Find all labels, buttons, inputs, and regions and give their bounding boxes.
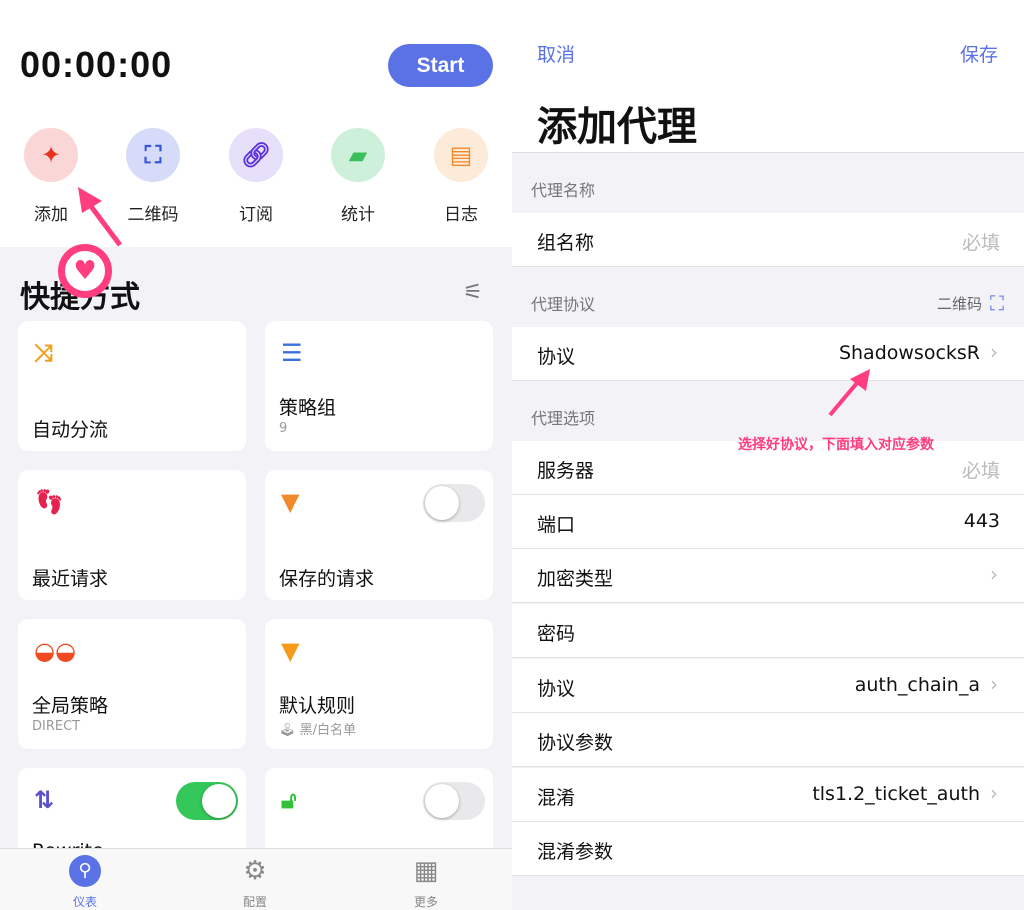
card-policy-group[interactable]: ☰ 策略组 9 bbox=[265, 321, 493, 451]
chevron-right-icon: › bbox=[990, 672, 998, 696]
annotation-arrow bbox=[828, 369, 870, 417]
unlock-icon: 🔓︎ bbox=[281, 786, 297, 814]
card-recent-requests[interactable]: 👣︎ 最近请求 bbox=[18, 470, 246, 600]
glasses-icon: ◒◒ bbox=[34, 637, 76, 665]
tab-dashboard[interactable]: ⚲ 仪表 bbox=[45, 855, 125, 910]
cancel-button[interactable]: 取消 bbox=[537, 40, 575, 67]
quick-action-stats[interactable]: ▰ 统计 bbox=[318, 128, 398, 225]
link-icon: 🔗︎ bbox=[229, 128, 283, 182]
dashboard-panel: 00:00:00 Start ✦添加 ⛶二维码 🔗︎订阅 ▰统计 ▤日志 快捷方… bbox=[0, 0, 512, 910]
field-label: 加密类型 bbox=[537, 568, 614, 590]
group-name-field[interactable]: 组名称 必填 bbox=[512, 213, 1024, 267]
card-global-policy[interactable]: ◒◒ 全局策略 DIRECT bbox=[18, 619, 246, 749]
section-label: 代理名称 bbox=[531, 181, 596, 200]
section-label: 代理协议 bbox=[531, 295, 596, 314]
quick-action-log[interactable]: ▤ 日志 bbox=[421, 128, 501, 225]
field-label: 协议参数 bbox=[537, 732, 614, 754]
card-subtitle: 🕹 黑/白名单 bbox=[279, 723, 357, 738]
tab-label: 仪表 bbox=[72, 895, 97, 909]
quick-action-label: 订阅 bbox=[239, 205, 273, 225]
card-subtitle: DIRECT bbox=[32, 719, 81, 734]
quick-action-label: 日志 bbox=[444, 205, 478, 225]
card-title: 保存的请求 bbox=[279, 568, 375, 590]
timer: 00:00:00 bbox=[20, 44, 173, 85]
card-title: 默认规则 bbox=[279, 695, 356, 717]
archive-icon: ▼ bbox=[281, 488, 300, 516]
field-placeholder: 必填 bbox=[961, 460, 1000, 482]
field-label: 端口 bbox=[537, 514, 576, 536]
section-header: 代理选项 bbox=[512, 381, 1024, 441]
port-field[interactable]: 端口 443 bbox=[512, 495, 1024, 549]
start-button[interactable]: Start bbox=[388, 44, 493, 87]
card-default-rules[interactable]: ▼ 默认规则 🕹 黑/白名单 bbox=[265, 619, 493, 749]
quick-action-subscribe[interactable]: 🔗︎ 订阅 bbox=[216, 128, 296, 225]
tab-more[interactable]: ▦ 更多 bbox=[386, 855, 466, 910]
tab-label: 更多 bbox=[413, 895, 438, 909]
shuffle-icon: ⤨ bbox=[34, 339, 54, 367]
tab-bar: ⚲ 仪表 ⚙ 配置 ▦ 更多 bbox=[0, 848, 512, 910]
field-label: 组名称 bbox=[537, 232, 595, 254]
field-label: 混淆 bbox=[537, 787, 576, 809]
list-icon: ☰ bbox=[281, 339, 303, 367]
gear-icon: ⚙ bbox=[243, 856, 267, 886]
dashboard-icon: ⚲ bbox=[69, 855, 101, 887]
qr-button[interactable]: 二维码 ⛶ bbox=[937, 291, 1004, 315]
encryption-select[interactable]: 加密类型 › bbox=[512, 549, 1024, 603]
field-value: tls1.2_ticket_auth bbox=[812, 783, 980, 805]
obfs-param-field[interactable]: 混淆参数 bbox=[512, 822, 1024, 876]
section-label: 代理选项 bbox=[531, 409, 596, 428]
obfs-select[interactable]: 混淆 tls1.2_ticket_auth › bbox=[512, 768, 1024, 822]
card-subtitle: 9 bbox=[279, 421, 288, 436]
annotation-text: 选择好协议，下面填入对应参数 bbox=[738, 437, 934, 453]
rewrite-toggle[interactable] bbox=[176, 782, 238, 820]
card-auto-routing[interactable]: ⤨ 自动分流 bbox=[18, 321, 246, 451]
card-title: 最近请求 bbox=[32, 568, 109, 590]
page-title: 添加代理 bbox=[537, 104, 697, 150]
nav-header: 取消 保存 添加代理 bbox=[512, 0, 1024, 153]
qr-scan-icon: ⛶ bbox=[126, 128, 180, 182]
footprints-icon: 👣︎ bbox=[34, 488, 65, 516]
ssr-protocol-select[interactable]: 协议 auth_chain_a › bbox=[512, 659, 1024, 713]
field-placeholder: 必填 bbox=[961, 232, 1000, 254]
field-label: 服务器 bbox=[537, 460, 595, 482]
rewrite-icon: ⇅ bbox=[34, 786, 55, 814]
tab-config[interactable]: ⚙ 配置 bbox=[215, 855, 295, 910]
chevron-right-icon: › bbox=[990, 781, 998, 805]
log-icon: ▤ bbox=[434, 128, 488, 182]
save-button[interactable]: 保存 bbox=[960, 40, 998, 67]
card-title: 全局策略 bbox=[32, 695, 109, 717]
field-label: 混淆参数 bbox=[537, 841, 614, 863]
section-header: 代理名称 bbox=[512, 153, 1024, 213]
field-label: 密码 bbox=[537, 623, 576, 645]
mitm-toggle[interactable] bbox=[423, 782, 485, 820]
sliders-icon[interactable]: ⚟ bbox=[463, 280, 483, 305]
card-title: 自动分流 bbox=[32, 419, 109, 441]
field-value: auth_chain_a bbox=[854, 674, 980, 696]
quick-action-label: 统计 bbox=[341, 205, 375, 225]
grid-icon: ▦ bbox=[413, 856, 439, 886]
add-proxy-panel: 取消 保存 添加代理 代理名称 组名称 必填 代理协议 二维码 ⛶ 协议 Shadows… bbox=[512, 0, 1024, 910]
card-title: 策略组 bbox=[279, 397, 337, 419]
password-field[interactable]: 密码 bbox=[512, 604, 1024, 658]
field-value: ShadowsocksR bbox=[838, 342, 980, 364]
protocol-select[interactable]: 协议 ShadowsocksR › bbox=[512, 327, 1024, 381]
plus-icon: ✦ bbox=[24, 128, 78, 182]
section-header: 代理协议 二维码 ⛶ bbox=[512, 267, 1024, 327]
chevron-right-icon: › bbox=[990, 340, 998, 364]
field-label: 协议 bbox=[537, 678, 576, 700]
heart-icon: ♥ bbox=[58, 244, 112, 298]
saved-requests-toggle[interactable] bbox=[423, 484, 485, 522]
tab-label: 配置 bbox=[242, 895, 267, 909]
qr-scan-icon: ⛶ bbox=[990, 291, 1004, 315]
chart-icon: ▰ bbox=[331, 128, 385, 182]
filter-icon: ▼ bbox=[281, 637, 300, 665]
qr-label: 二维码 bbox=[936, 294, 982, 313]
field-label: 协议 bbox=[537, 346, 576, 368]
protocol-param-field[interactable]: 协议参数 bbox=[512, 713, 1024, 767]
field-value: 443 bbox=[963, 510, 1000, 532]
chevron-right-icon: › bbox=[990, 562, 998, 586]
card-saved-requests[interactable]: ▼ 保存的请求 bbox=[265, 470, 493, 600]
